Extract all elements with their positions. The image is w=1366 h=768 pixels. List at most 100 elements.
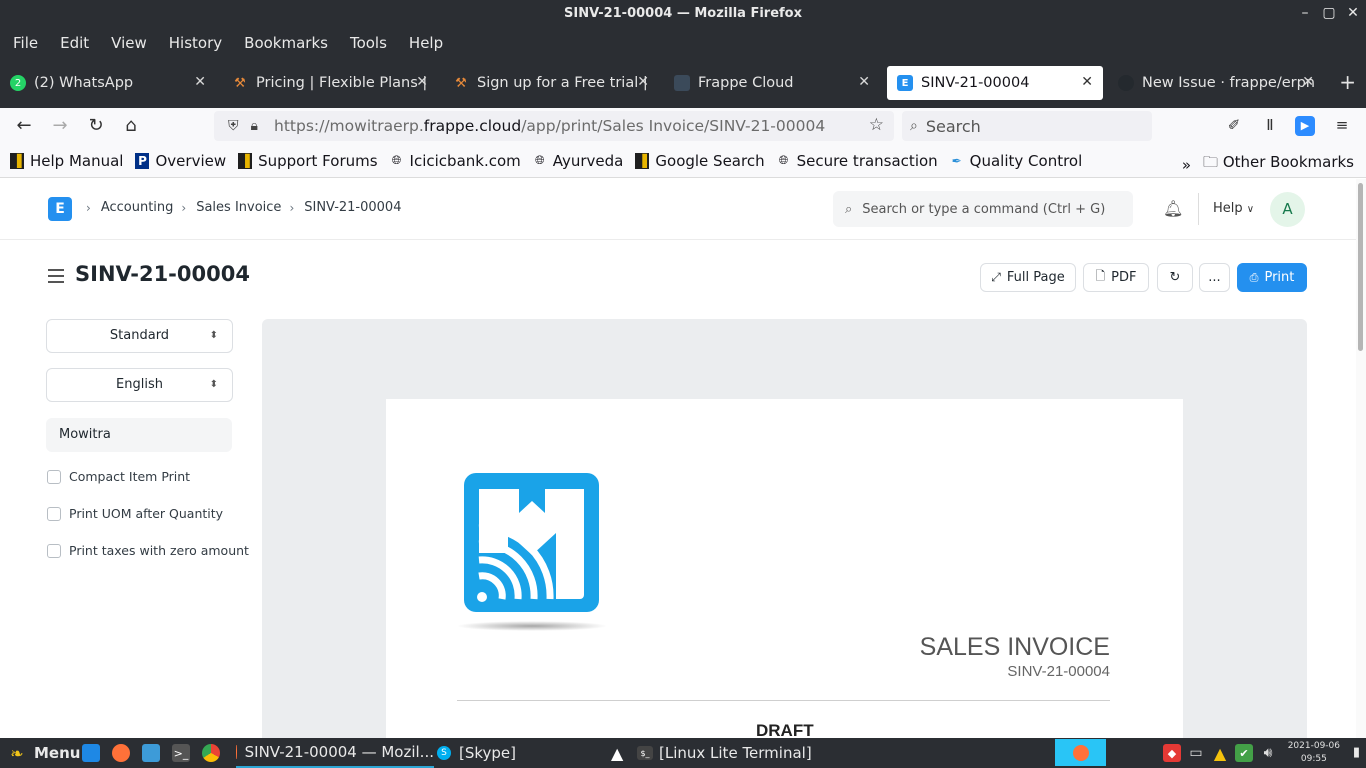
- close-tab-icon[interactable]: ✕: [858, 74, 870, 90]
- bookmark-quality-control[interactable]: ✒ Quality Control: [950, 152, 1083, 170]
- menu-help[interactable]: Help: [398, 34, 454, 52]
- bookmark-help-manual[interactable]: ▐ Help Manual: [10, 152, 123, 170]
- url-bar[interactable]: ⛨ 🔒︎ https://mowitraerp.frappe.cloud/app…: [214, 111, 894, 141]
- bookmark-secure-transaction[interactable]: 🌐︎ Secure transaction: [777, 152, 938, 170]
- menu-edit[interactable]: Edit: [49, 34, 100, 52]
- full-page-button[interactable]: ⤢ Full Page: [980, 263, 1076, 292]
- search-bar[interactable]: ⌕ Search: [902, 111, 1152, 141]
- checkbox[interactable]: [47, 506, 61, 521]
- checkmark-icon[interactable]: ✔: [1235, 744, 1253, 762]
- tab-github[interactable]: New Issue · frappe/erpn ✕: [1108, 66, 1324, 100]
- language-value: English: [116, 377, 163, 392]
- close-tab-icon[interactable]: ✕: [1081, 74, 1093, 90]
- reload-icon[interactable]: ↻: [84, 114, 108, 138]
- refresh-button[interactable]: ↻: [1157, 263, 1193, 292]
- scrollbar-thumb[interactable]: [1358, 183, 1363, 351]
- taskbar-window-skype[interactable]: S [Skype]: [437, 738, 516, 768]
- help-label: Help: [1213, 201, 1243, 216]
- bookmark-icicibank[interactable]: 🌐︎ Icicicbank.com: [390, 152, 521, 170]
- tab-sinv[interactable]: E SINV-21-00004 ✕: [887, 66, 1103, 100]
- breadcrumb-sinv[interactable]: SINV-21-00004: [304, 200, 401, 215]
- maximize-icon[interactable]: ▢: [1322, 0, 1336, 27]
- menu-file[interactable]: File: [2, 34, 49, 52]
- clock[interactable]: 2021-09-06 09:55: [1288, 740, 1340, 766]
- print-button[interactable]: ⎙ Print: [1237, 263, 1307, 292]
- bookmark-star-icon[interactable]: ☆: [869, 115, 884, 135]
- close-tab-icon[interactable]: ✕: [637, 74, 649, 90]
- breadcrumb-sales-invoice[interactable]: Sales Invoice: [196, 200, 281, 215]
- compact-item-print-checkbox[interactable]: Compact Item Print: [47, 469, 190, 484]
- pocket-icon[interactable]: ✐: [1224, 116, 1244, 136]
- tab-frappe-cloud[interactable]: Frappe Cloud ✕: [664, 66, 880, 100]
- close-tab-icon[interactable]: ✕: [194, 74, 206, 90]
- volume-icon[interactable]: 🔊︎: [1259, 744, 1277, 762]
- battery-icon[interactable]: ▮: [1353, 745, 1360, 760]
- invoice-number: SINV-21-00004: [1007, 663, 1110, 680]
- display-icon[interactable]: ▭: [1187, 744, 1205, 762]
- firefox-icon: [236, 745, 237, 759]
- menu-history[interactable]: History: [158, 34, 233, 52]
- print-format-select[interactable]: Standard ⬍: [46, 319, 233, 353]
- bookmark-label: Help Manual: [30, 151, 124, 170]
- avatar[interactable]: A: [1270, 192, 1305, 227]
- taskbar-window-terminal[interactable]: $_ [Linux Lite Terminal]: [637, 738, 812, 768]
- help-dropdown[interactable]: Help ∨: [1213, 201, 1254, 216]
- bookmark-google-search[interactable]: ▐ Google Search: [635, 152, 765, 170]
- new-tab-icon[interactable]: +: [1339, 70, 1356, 94]
- start-menu-button[interactable]: ❧ Menu: [8, 738, 80, 768]
- erpnext-logo[interactable]: E: [48, 197, 72, 221]
- printer-icon: ⎙: [1249, 270, 1259, 284]
- back-icon[interactable]: ←: [12, 114, 36, 138]
- library-icon[interactable]: Ⅱ: [1260, 116, 1280, 136]
- pdf-button[interactable]: 🗋︎ PDF: [1083, 263, 1149, 292]
- folder-icon[interactable]: [142, 744, 160, 762]
- home-icon[interactable]: ⌂: [119, 114, 143, 138]
- tab-label: Frappe Cloud: [698, 75, 794, 91]
- chevron-double-right-icon[interactable]: »: [1182, 156, 1191, 174]
- minimize-icon[interactable]: –: [1298, 0, 1312, 27]
- menu-tools[interactable]: Tools: [339, 34, 398, 52]
- shield-icon[interactable]: ⛨: [228, 118, 239, 134]
- close-icon[interactable]: ✕: [1346, 0, 1360, 27]
- tab-whatsapp[interactable]: 2 (2) WhatsApp ✕: [0, 66, 216, 100]
- language-select[interactable]: English ⬍: [46, 368, 233, 402]
- print-uom-checkbox[interactable]: Print UOM after Quantity: [47, 506, 223, 521]
- close-tab-icon[interactable]: ✕: [416, 74, 428, 90]
- chrome-icon[interactable]: [202, 744, 220, 762]
- bookmark-support-forums[interactable]: ▐ Support Forums: [238, 151, 378, 170]
- letterhead-field[interactable]: Mowitra: [46, 418, 232, 452]
- notification-bell-icon[interactable]: 🔔︎: [1163, 199, 1183, 218]
- terminal-icon[interactable]: >_: [172, 744, 190, 762]
- tab-signup[interactable]: ⚒ Sign up for a Free trial | ✕: [443, 66, 659, 100]
- more-button[interactable]: ...: [1199, 263, 1230, 292]
- awesomebar-search[interactable]: ⌕ Search or type a command (Ctrl + G): [833, 191, 1133, 227]
- checkbox[interactable]: [47, 543, 61, 558]
- page-scrollbar[interactable]: [1356, 179, 1366, 738]
- menu-view[interactable]: View: [100, 34, 158, 52]
- other-bookmarks[interactable]: 🗀︎ Other Bookmarks: [1203, 152, 1354, 177]
- workspace-switcher[interactable]: [1055, 739, 1106, 766]
- menu-bookmarks[interactable]: Bookmarks: [233, 34, 339, 52]
- taskbar-window-firefox[interactable]: SINV-21-00004 — Mozil...: [236, 738, 434, 768]
- expand-icon: ⤢: [991, 270, 1001, 284]
- bookmark-label: Support Forums: [258, 151, 378, 170]
- checkbox[interactable]: [47, 469, 61, 484]
- bookmark-ayurveda[interactable]: 🌐︎ Ayurveda: [533, 152, 623, 170]
- tab-label: New Issue · frappe/erpn: [1142, 75, 1316, 91]
- zoom-extension-icon[interactable]: ▶: [1295, 116, 1315, 136]
- bookmark-overview[interactable]: P Overview: [135, 152, 226, 170]
- checkbox-label: Compact Item Print: [69, 469, 191, 484]
- close-tab-icon[interactable]: ✕: [1302, 74, 1314, 90]
- anydesk-icon[interactable]: ◆: [1163, 744, 1181, 762]
- hamburger-menu-icon[interactable]: ≡: [1332, 116, 1352, 136]
- files-icon[interactable]: [82, 744, 100, 762]
- forward-icon[interactable]: →: [48, 114, 72, 138]
- lock-icon[interactable]: 🔒︎: [251, 118, 258, 134]
- tab-pricing[interactable]: ⚒ Pricing | Flexible Plans | ✕: [222, 66, 438, 100]
- sidebar-toggle-icon[interactable]: [48, 269, 64, 287]
- awesomebar-placeholder: Search or type a command (Ctrl + G): [862, 201, 1106, 217]
- firefox-icon[interactable]: [112, 744, 130, 762]
- google-drive-icon[interactable]: ▲: [1211, 744, 1229, 763]
- breadcrumb-accounting[interactable]: Accounting: [101, 200, 174, 215]
- print-taxes-zero-checkbox[interactable]: Print taxes with zero amount: [47, 543, 249, 558]
